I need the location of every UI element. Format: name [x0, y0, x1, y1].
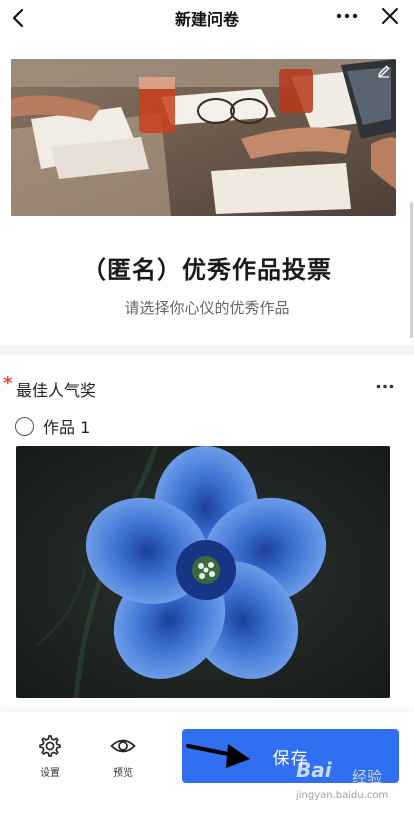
required-marker: * [3, 373, 13, 394]
cover-image[interactable] [11, 59, 396, 216]
eye-icon [110, 739, 136, 753]
cover-photo [11, 59, 396, 216]
preview-label: 预览 [113, 768, 133, 779]
top-navigation-bar: 新建问卷 [0, 0, 414, 36]
question-more-button[interactable] [371, 377, 399, 395]
settings-label: 设置 [40, 768, 60, 779]
gear-icon [39, 735, 61, 757]
settings-button[interactable]: 设置 [30, 734, 70, 779]
watermark-brand: Bai [296, 758, 332, 782]
preview-button[interactable]: 预览 [103, 734, 143, 779]
option-label: 作品 1 [43, 418, 91, 437]
more-horizontal-icon [336, 13, 358, 19]
watermark-sub: 经验 [352, 768, 383, 786]
close-icon [382, 8, 398, 24]
option-item[interactable]: 作品 1 [15, 414, 90, 438]
survey-title[interactable]: （匿名）优秀作品投票 [0, 250, 414, 285]
radio-button[interactable] [15, 416, 34, 436]
option-image[interactable] [16, 446, 390, 698]
more-options-button[interactable] [332, 2, 362, 30]
flower-photo [16, 446, 390, 698]
pencil-icon [378, 65, 390, 78]
more-horizontal-icon [376, 384, 394, 388]
watermark-url: jingyan.baidu.com [296, 790, 389, 801]
arrow-annotation [186, 744, 250, 768]
section-divider [0, 345, 414, 355]
question-title[interactable]: 最佳人气奖 [16, 377, 96, 401]
close-button[interactable] [376, 2, 404, 30]
survey-description[interactable]: 请选择你心仪的优秀作品 [0, 297, 414, 318]
edit-cover-button[interactable] [374, 62, 394, 80]
survey-editor-page: 新建问卷 （匿名）优秀作品投票 请选择你心仪的优秀作品 * 最佳人气奖 作品 1… [0, 0, 414, 816]
